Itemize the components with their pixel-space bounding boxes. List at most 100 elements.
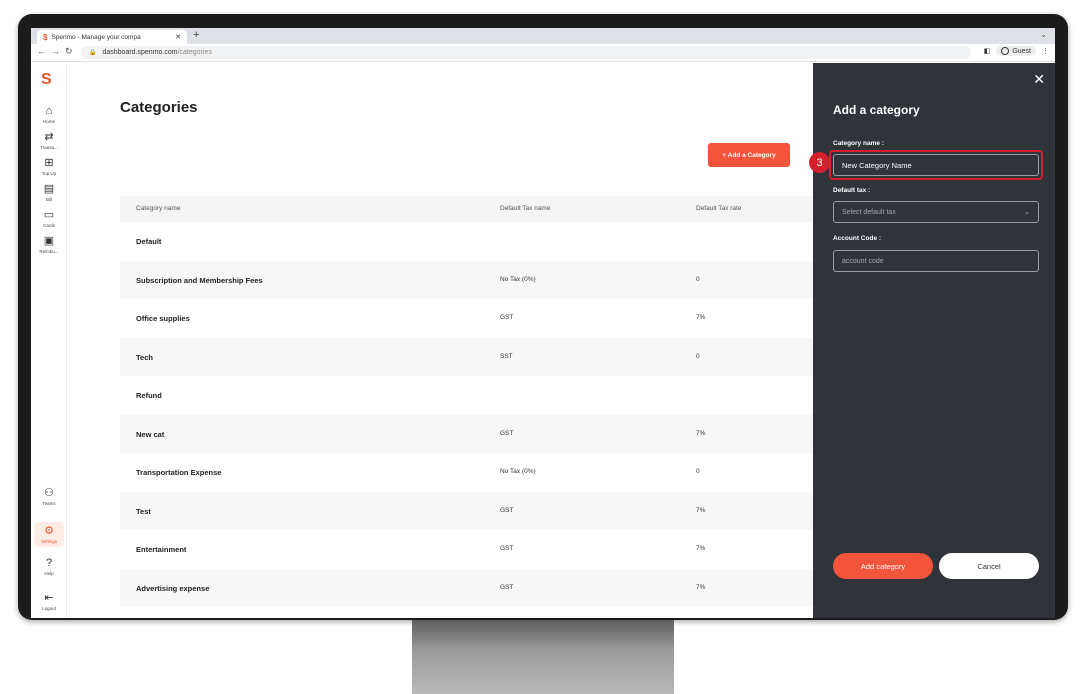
profile-label: Guest: [1012, 47, 1031, 55]
bill-icon: ▤: [43, 183, 55, 195]
browser-address-bar: ← → ↻ 🔒 dashboard.spenmo.com/categories …: [31, 44, 1055, 62]
category-name-cell: Subscription and Membership Fees: [136, 275, 263, 285]
chevron-down-icon: ⌄: [1024, 209, 1030, 216]
browser-tab-bar: $ Spenmo - Manage your compa ✕ + ⌄: [31, 28, 1055, 44]
logout-icon: ⇤: [44, 592, 54, 604]
sidebar-item-bill[interactable]: ▤ Bill: [31, 183, 67, 202]
tax-name-cell: No Tax (0%): [500, 275, 536, 283]
tax-name-cell: GST: [500, 314, 514, 321]
tax-name-cell: GST: [500, 583, 514, 591]
drawer-title: Add a category: [833, 103, 920, 117]
category-name-cell: Default: [136, 237, 162, 246]
monitor-stand: [412, 620, 674, 694]
table-row[interactable]: Office supplies GST 7%: [120, 299, 813, 338]
sidebar-item-home[interactable]: ⌂ Home: [31, 105, 67, 124]
close-icon[interactable]: ✕: [1033, 71, 1045, 88]
sidebar-item-label: Home: [42, 119, 55, 124]
column-header-tax-rate[interactable]: Default Tax rate: [696, 205, 741, 212]
reload-icon[interactable]: ↻: [65, 46, 73, 57]
category-name-cell: Office supplies: [136, 314, 190, 323]
default-tax-label: Default tax :: [833, 187, 871, 194]
tax-rate-cell: 7%: [696, 545, 706, 552]
table-row[interactable]: New cat GST 7%: [120, 414, 813, 453]
tax-rate-cell: 7%: [696, 429, 706, 437]
browser-toolbar-right: ◧ Guest ⋮: [984, 46, 1049, 56]
new-tab-icon[interactable]: +: [193, 29, 199, 41]
browser-menu-icon[interactable]: ⋮: [1042, 47, 1049, 55]
category-name-input[interactable]: New Category Name: [833, 154, 1039, 176]
sidebar-item-transa[interactable]: ⇄ Transa...: [31, 131, 67, 150]
category-name-cell: Test: [136, 506, 151, 516]
app-sidebar: S ⌂ Home ⇄ Transa... ⊞ Top Up ▤ Bill ▭ Cards ▣ Reim…: [31, 63, 67, 618]
sidebar-item-help[interactable]: ? Help: [31, 557, 67, 576]
table-row[interactable]: Default: [120, 222, 813, 261]
add-category-button[interactable]: + Add a Category: [708, 143, 790, 167]
sidebar-item-label: Settings: [40, 539, 58, 544]
table-row[interactable]: Advertising expense GST 7%: [120, 568, 813, 607]
cards-icon: ▭: [43, 209, 55, 221]
column-header-category-name[interactable]: Category name: [136, 205, 180, 212]
default-tax-select[interactable]: Select default tax ⌄: [833, 201, 1039, 223]
url-field[interactable]: 🔒 dashboard.spenmo.com/categories: [81, 46, 971, 59]
screen: $ Spenmo - Manage your compa ✕ + ⌄ ← → ↻…: [31, 28, 1055, 618]
back-icon[interactable]: ←: [37, 46, 46, 56]
sidebar-item-logout[interactable]: ⇤ Logout: [31, 592, 67, 611]
sidebar-item-settings[interactable]: ⚙ Settings: [34, 522, 64, 547]
sidepanel-icon[interactable]: ◧: [984, 47, 991, 55]
close-tab-icon[interactable]: ✕: [175, 33, 181, 41]
add-category-drawer: ✕ Add a category Category name : 3 New C…: [809, 63, 1055, 618]
sidebar-item-teams[interactable]: ⚇ Teams: [31, 487, 67, 506]
tax-rate-cell: 0: [696, 468, 700, 475]
sidebar-item-reimbu[interactable]: ▣ Reimbu...: [31, 235, 67, 254]
lock-icon: 🔒: [89, 50, 97, 56]
transactions-icon: ⇄: [44, 131, 54, 143]
category-name-cell: Refund: [136, 391, 162, 400]
tax-rate-cell: 7%: [696, 583, 706, 591]
home-icon: ⌂: [45, 105, 53, 117]
sidebar-item-cards[interactable]: ▭ Cards: [31, 209, 67, 228]
table-row[interactable]: Refund: [120, 376, 813, 415]
sidebar-item-label: Top Up: [41, 171, 57, 176]
tax-name-cell: SST: [500, 352, 513, 360]
sidebar-item-topup[interactable]: ⊞ Top Up: [31, 157, 67, 176]
sidebar-item-label: Teams: [42, 501, 56, 506]
table-row[interactable]: Entertainment GST 7%: [120, 530, 813, 569]
add-category-submit-button[interactable]: Add category: [833, 553, 933, 579]
step-badge: 3: [809, 152, 830, 173]
tax-rate-cell: 0: [696, 352, 700, 360]
column-header-tax-name[interactable]: Default Tax name: [500, 205, 550, 212]
monitor-frame: $ Spenmo - Manage your compa ✕ + ⌄ ← → ↻…: [18, 14, 1068, 620]
tax-rate-cell: 7%: [696, 314, 706, 321]
table-row[interactable]: Subscription and Membership Fees No Tax (…: [120, 260, 813, 299]
table-row[interactable]: Tech SST 0: [120, 337, 813, 376]
account-code-input[interactable]: account code: [833, 250, 1039, 272]
sidebar-item-label: Cards: [42, 223, 55, 228]
forward-icon[interactable]: →: [51, 46, 60, 56]
account-code-label: Account Code :: [833, 235, 882, 242]
sidebar-item-label: Help: [44, 571, 54, 576]
url-path: /categories: [177, 49, 212, 56]
sidebar-item-label: Logout: [42, 606, 56, 611]
category-name-cell: Tech: [136, 352, 153, 362]
category-name-cell: New cat: [136, 429, 165, 439]
sidebar-item-label: Reimbu...: [39, 249, 59, 254]
spenmo-favicon-icon: $: [43, 32, 48, 42]
account-icon: [1001, 47, 1010, 55]
tab-title: Spenmo - Manage your compa: [51, 33, 141, 41]
url-host: dashboard.spenmo.com: [102, 49, 178, 56]
help-icon: ?: [45, 557, 53, 569]
tax-name-cell: No Tax (0%): [500, 468, 536, 475]
cancel-button[interactable]: Cancel: [939, 553, 1039, 579]
category-name-cell: Transportation Expense: [136, 468, 222, 477]
teams-icon: ⚇: [44, 487, 54, 499]
category-name-cell: Entertainment: [136, 545, 187, 554]
table-row[interactable]: Transportation Expense No Tax (0%) 0: [120, 453, 813, 492]
table-row[interactable]: Test GST 7%: [120, 491, 813, 530]
profile-button[interactable]: Guest: [996, 46, 1036, 56]
category-name-label: Category name :: [833, 140, 884, 147]
sidebar-item-label: Transa...: [40, 145, 58, 150]
spenmo-logo[interactable]: S: [41, 71, 52, 89]
browser-tab[interactable]: $ Spenmo - Manage your compa ✕: [37, 30, 187, 44]
tab-list-chevron-icon[interactable]: ⌄: [1040, 30, 1047, 39]
tax-name-cell: GST: [500, 429, 514, 437]
